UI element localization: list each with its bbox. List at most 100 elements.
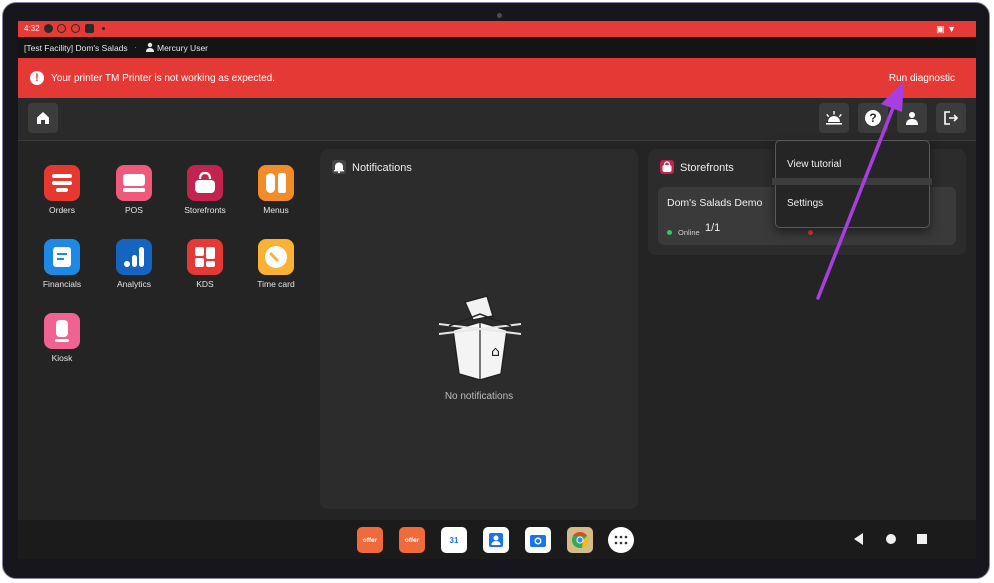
help-icon: ? <box>865 110 881 126</box>
svg-text:?: ? <box>869 111 876 125</box>
offer-app-icon[interactable]: offer <box>357 527 383 553</box>
menus-icon <box>266 173 286 193</box>
facility-name: [Test Facility] Dom's Salads <box>24 43 128 53</box>
analytics-icon <box>124 247 144 267</box>
home-button[interactable] <box>28 103 58 133</box>
camera <box>497 13 502 18</box>
toolbar: ? <box>18 98 976 141</box>
run-diagnostic-link[interactable]: Run diagnostic <box>889 73 955 84</box>
app-analytics[interactable]: Analytics <box>104 239 164 289</box>
offer-app-icon-2[interactable]: offer <box>399 527 425 553</box>
menu-divider <box>772 178 932 185</box>
storefronts-title: Storefronts <box>680 162 734 174</box>
store-name: Dom's Salads Demo <box>667 197 763 209</box>
printer-alert: ! Your printer TM Printer is not working… <box>18 58 976 98</box>
user-name: Mercury User <box>157 43 209 53</box>
shield-icon <box>85 24 94 33</box>
service-bell-button[interactable] <box>819 103 849 133</box>
app-kds-label: KDS <box>196 279 214 289</box>
box-symbol-icon: ⌂ <box>491 344 500 360</box>
logout-icon <box>944 111 959 125</box>
alert-icon: ! <box>30 71 44 85</box>
app-time-card[interactable]: Time card <box>246 239 306 289</box>
app-kiosk-label: Kiosk <box>51 353 73 363</box>
app-storefronts-label: Storefronts <box>184 205 226 215</box>
logout-button[interactable] <box>936 103 966 133</box>
check-circle-icon <box>44 24 53 33</box>
bell-icon <box>332 160 346 174</box>
app-orders-label: Orders <box>49 205 75 215</box>
facility-bar: [Test Facility] Dom's Salads · Mercury U… <box>18 37 976 58</box>
status-time: 4:32 <box>24 24 40 33</box>
app-kiosk-tile <box>44 313 80 349</box>
contacts-app-icon[interactable] <box>483 527 509 553</box>
home-icon <box>37 112 49 124</box>
notifications-title: Notifications <box>352 162 412 174</box>
chrome-app-icon[interactable] <box>567 527 593 553</box>
app-financials[interactable]: Financials <box>32 239 92 289</box>
notifications-panel: Notifications ⌂ No notifications <box>320 149 638 509</box>
app-storefronts-tile <box>187 165 223 201</box>
all-apps-icon[interactable] <box>608 527 634 553</box>
app-financials-tile <box>44 239 80 275</box>
facility-separator: · <box>134 42 137 52</box>
account-icon <box>906 112 918 125</box>
cast-wifi-icon: ▣ ▼ <box>936 24 956 34</box>
app-time-card-label: Time card <box>257 279 295 289</box>
recents-nav-icon[interactable] <box>917 534 927 544</box>
app-menus-label: Menus <box>263 205 289 215</box>
home-nav-icon[interactable] <box>886 534 896 544</box>
chrome-icon <box>572 531 589 548</box>
android-nav-bar: offer offer 31 <box>18 520 976 559</box>
status-bar: 4:32 ▣ ▼ <box>18 21 976 37</box>
account-button[interactable] <box>897 103 927 133</box>
message-icon <box>57 24 66 33</box>
online-status-dot <box>667 230 672 235</box>
app-menus[interactable]: Menus <box>246 165 306 215</box>
kds-icon <box>195 247 215 267</box>
kiosk-icon <box>55 320 69 342</box>
camera-icon <box>530 535 546 547</box>
account-dropdown-menu: View tutorial Settings <box>772 140 932 228</box>
app-pos-label: POS <box>125 205 143 215</box>
empty-notifications-text: No notifications <box>444 391 514 402</box>
dot-icon <box>102 27 105 30</box>
app-pos-tile <box>116 165 152 201</box>
calendar-app-label: 31 <box>449 535 459 545</box>
calendar-app-icon[interactable]: 31 <box>441 527 467 553</box>
offer-app-label: offer <box>362 536 378 544</box>
app-menus-tile <box>258 165 294 201</box>
offer-app-label-2: offer <box>404 536 420 544</box>
orders-icon <box>52 174 72 192</box>
service-bell-icon <box>826 111 842 125</box>
view-tutorial-menu-item[interactable]: View tutorial <box>787 159 841 170</box>
pos-icon <box>123 174 145 192</box>
app-kds[interactable]: KDS <box>175 239 235 289</box>
takeout-box-icon: ⌂ <box>438 295 522 381</box>
financials-icon <box>53 247 71 267</box>
app-orders-tile <box>44 165 80 201</box>
camera-app-icon[interactable] <box>525 527 551 553</box>
back-nav-icon[interactable] <box>854 533 863 545</box>
offline-status-dot <box>808 230 813 235</box>
contacts-icon <box>489 533 503 547</box>
app-kiosk[interactable]: Kiosk <box>32 313 92 363</box>
screen: 4:32 ▣ ▼ [Test Facility] Dom's Salads · … <box>18 21 976 559</box>
time-card-icon <box>265 246 287 268</box>
storefront-icon <box>660 160 674 174</box>
app-financials-label: Financials <box>42 279 82 289</box>
app-analytics-label: Analytics <box>116 279 151 289</box>
app-analytics-tile <box>116 239 152 275</box>
app-pos[interactable]: POS <box>104 165 164 215</box>
help-button[interactable]: ? <box>858 103 888 133</box>
store-status: Online <box>678 228 700 237</box>
settings-menu-item[interactable]: Settings <box>787 198 823 209</box>
key-icon <box>71 24 80 33</box>
user-icon <box>146 42 154 52</box>
app-orders[interactable]: Orders <box>32 165 92 215</box>
storefronts-icon <box>195 172 215 193</box>
store-count: 1/1 <box>705 222 721 234</box>
alert-message: Your printer TM Printer is not working a… <box>51 73 275 84</box>
app-storefronts[interactable]: Storefronts <box>175 165 235 215</box>
app-kds-tile <box>187 239 223 275</box>
